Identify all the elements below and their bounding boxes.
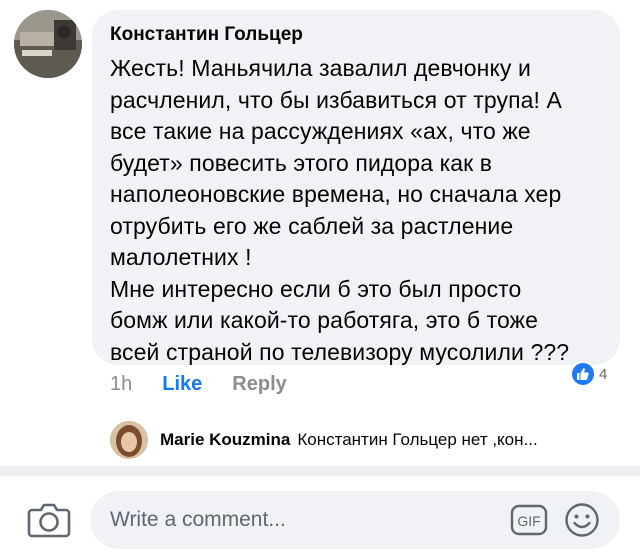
comment-timestamp[interactable]: 1h	[110, 373, 132, 396]
reply-snippet: Константин Гольцер нет ,кон...	[297, 430, 538, 449]
commenter-photo	[14, 10, 82, 78]
gif-button[interactable]: GIF	[510, 504, 548, 536]
comment-bubble: Константин Гольцер Жесть! Маньячила зава…	[92, 10, 620, 365]
section-divider	[0, 466, 640, 476]
comment-composer: GIF	[90, 491, 620, 549]
reply-button[interactable]: Reply	[232, 373, 286, 396]
reply-author-name[interactable]: Marie Kouzmina	[160, 430, 290, 450]
like-button[interactable]: Like	[162, 373, 202, 396]
reply-author-avatar[interactable]	[110, 421, 148, 459]
like-icon	[570, 361, 596, 387]
emoji-icon[interactable]	[564, 502, 600, 538]
comment-input[interactable]	[110, 501, 500, 539]
camera-icon[interactable]	[26, 500, 72, 540]
reaction-count: 4	[599, 365, 608, 383]
comment-author[interactable]: Константин Гольцер	[110, 23, 602, 47]
reply-preview[interactable]: Marie Kouzmina Константин Гольцер нет ,к…	[110, 420, 630, 460]
gif-label: GIF	[517, 513, 540, 529]
comment-actions: 1h Like Reply	[110, 371, 287, 397]
commenter-avatar[interactable]	[14, 10, 82, 78]
reaction-summary[interactable]: 4	[570, 361, 607, 387]
comment-text: Жесть! Маньячила завалил девчонку и расч…	[110, 55, 570, 365]
